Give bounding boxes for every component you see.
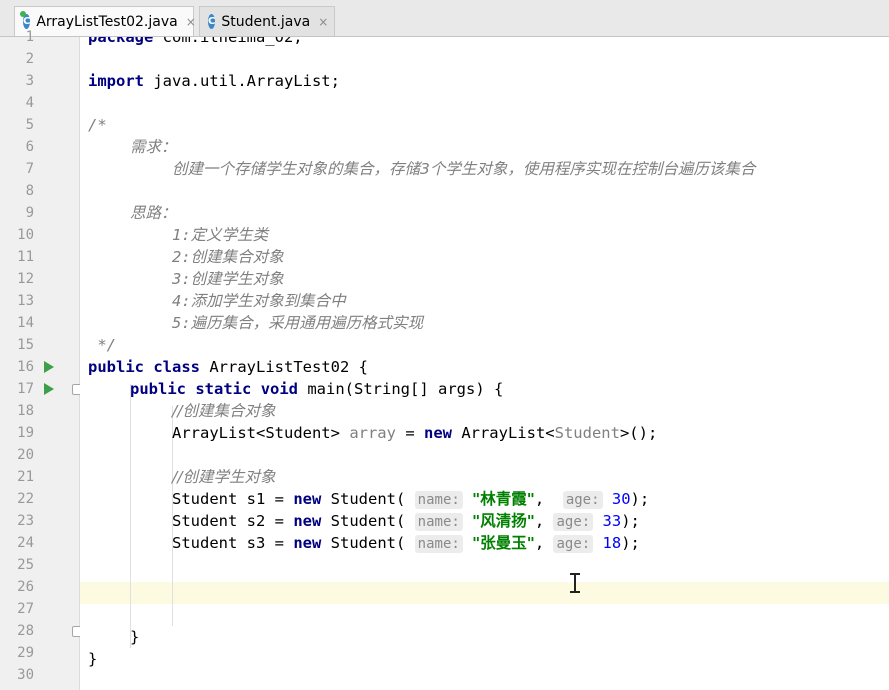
run-gutter-icon[interactable] — [44, 383, 54, 395]
code-line: 2:创建集合对象 — [172, 248, 284, 266]
line-number: 4 — [25, 95, 34, 111]
code-line: */ — [88, 336, 116, 354]
code-line: 3:创建学生对象 — [172, 270, 284, 288]
code-line: 1:定义学生类 — [172, 226, 269, 244]
param-hint: age: — [553, 513, 594, 531]
code-line: public static void main(String[] args) { — [130, 380, 504, 398]
code-line: 创建一个存储学生对象的集合，存储3个学生对象，使用程序实现在控制台遍历该集合 — [172, 160, 756, 178]
line-number: 26 — [17, 579, 34, 595]
code-line: 5:遍历集合，采用通用遍历格式实现 — [172, 314, 424, 332]
line-number-gutter: 1 2 3 4 5 6 7 8 9 10 11 12 13 14 15 16 17 18 19 20 21 22 23 24 2… — [0, 29, 83, 690]
tab-student[interactable]: C Student.java × — [199, 6, 335, 36]
code-line: Student s1 = new Student( name: "林青霞", a… — [172, 490, 650, 509]
line-number: 7 — [25, 161, 34, 177]
code-line: 需求： — [130, 138, 177, 156]
line-number: 6 — [25, 139, 34, 155]
line-number: 11 — [17, 249, 34, 265]
code-line: 4:添加学生对象到集合中 — [172, 292, 346, 310]
code-line: Student s2 = new Student( name: "风清扬", a… — [172, 512, 640, 531]
line-number: 28 — [17, 623, 34, 639]
code-editor[interactable]: package com.itheima_02; import java.util… — [80, 37, 889, 690]
line-number: 27 — [17, 601, 34, 617]
param-hint: age: — [562, 491, 603, 509]
code-line: ArrayList<Student> array = new ArrayList… — [172, 424, 658, 442]
line-number: 19 — [17, 425, 34, 441]
line-number: 14 — [17, 315, 34, 331]
code-line: /* — [88, 116, 107, 134]
code-line: 思路： — [130, 204, 177, 222]
line-number: 5 — [25, 117, 34, 133]
tab-label: Student.java — [221, 13, 311, 30]
line-number: 20 — [17, 447, 34, 463]
line-number: 29 — [17, 645, 34, 661]
run-gutter-icon[interactable] — [44, 361, 54, 373]
close-icon[interactable]: × — [318, 15, 328, 29]
code-line: Student s3 = new Student( name: "张曼玉", a… — [172, 534, 640, 553]
line-number: 16 — [17, 359, 34, 375]
line-number: 2 — [25, 51, 34, 67]
line-number: 21 — [17, 469, 34, 485]
line-number: 12 — [17, 271, 34, 287]
line-number: 17 — [17, 381, 34, 397]
code-line: } — [88, 650, 98, 668]
line-number: 10 — [17, 227, 34, 243]
code-line: //创建集合对象 — [172, 402, 276, 420]
java-class-icon: C — [208, 14, 216, 29]
line-number: 25 — [17, 557, 34, 573]
caret-line-highlight — [80, 582, 889, 604]
code-line: } — [130, 628, 140, 646]
line-number: 24 — [17, 535, 34, 551]
tab-arraylisttest02[interactable]: C ArrayListTest02.java × — [14, 6, 196, 36]
close-icon[interactable]: × — [186, 15, 196, 29]
text-cursor-icon — [570, 573, 580, 593]
code-line: //创建学生对象 — [172, 468, 276, 486]
tab-label: ArrayListTest02.java — [36, 13, 178, 30]
line-number: 13 — [17, 293, 34, 309]
line-number: 30 — [17, 667, 34, 683]
param-hint: name: — [414, 513, 463, 531]
code-line: public class ArrayListTest02 { — [88, 358, 368, 376]
indent-guide — [130, 384, 131, 648]
line-number: 3 — [25, 73, 34, 89]
line-number: 18 — [17, 403, 34, 419]
code-line: import java.util.ArrayList; — [88, 72, 340, 90]
line-number: 9 — [25, 205, 34, 221]
code-line: package com.itheima_02; — [88, 37, 303, 46]
line-number: 23 — [17, 513, 34, 529]
param-hint: name: — [414, 491, 463, 509]
line-number: 1 — [25, 29, 34, 45]
editor-tab-bar: C ArrayListTest02.java × C Student.java … — [0, 0, 889, 37]
line-number: 8 — [25, 183, 34, 199]
param-hint: age: — [553, 535, 594, 553]
line-number: 15 — [17, 337, 34, 353]
param-hint: name: — [414, 535, 463, 553]
line-number: 22 — [17, 491, 34, 507]
